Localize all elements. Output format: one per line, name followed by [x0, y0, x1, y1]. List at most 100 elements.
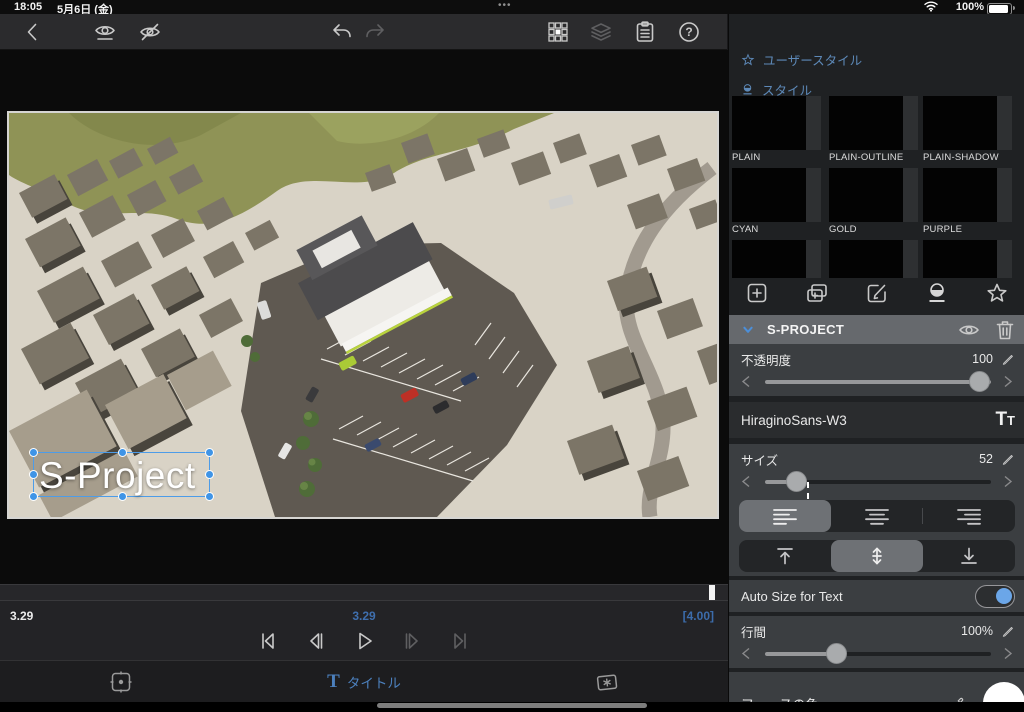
style-preset-plain[interactable]: PLAIN: [732, 96, 822, 163]
handle-bottom-left[interactable]: [29, 492, 38, 501]
font-row[interactable]: HiraginoSans-W3 TT: [729, 402, 1024, 438]
add-style-button[interactable]: [745, 281, 769, 305]
slider-track[interactable]: [765, 380, 991, 384]
slider-thumb[interactable]: [826, 643, 847, 664]
skip-to-end-button[interactable]: [448, 629, 472, 653]
style-preset-purple[interactable]: PURPLE: [923, 168, 1013, 235]
default-value-marker: [807, 482, 809, 499]
clock: 18:05: [14, 1, 42, 13]
home-indicator[interactable]: [377, 703, 647, 708]
user-styles-header[interactable]: ユーザースタイル: [741, 50, 862, 69]
layers-button[interactable]: [589, 20, 613, 44]
style-preset-cyan[interactable]: CYAN: [732, 168, 822, 235]
seek-strip[interactable]: [0, 584, 728, 601]
chevron-down-icon[interactable]: [737, 319, 759, 341]
step-down-icon[interactable]: [741, 647, 751, 660]
opacity-value: 100: [972, 352, 993, 366]
edit-value-icon[interactable]: [1001, 452, 1015, 466]
styles-panel: ユーザースタイル スタイル PLAIN PLAIN-OUTLINE PLAIN-…: [728, 14, 1024, 702]
play-button[interactable]: [352, 629, 376, 653]
edit-value-icon[interactable]: [1001, 624, 1015, 638]
playhead[interactable]: [709, 585, 715, 600]
tab-effects[interactable]: [485, 661, 728, 702]
style-preset-plain-outline[interactable]: PLAIN-OUTLINE: [829, 96, 919, 163]
slider-track[interactable]: [765, 652, 991, 656]
favorite-style-button[interactable]: [985, 281, 1009, 305]
style-preset-partial[interactable]: [923, 240, 1013, 278]
layer-visibility-icon[interactable]: [957, 318, 981, 342]
align-left-button[interactable]: [739, 500, 831, 532]
eyedropper-icon[interactable]: [947, 696, 965, 702]
valign-bottom-button[interactable]: [923, 540, 1015, 572]
style-thumbnail[interactable]: [732, 96, 806, 150]
skip-to-start-button[interactable]: [256, 629, 280, 653]
style-preset-plain-shadow[interactable]: PLAIN-SHADOW: [923, 96, 1013, 163]
style-thumbnail[interactable]: [829, 168, 903, 222]
tab-title[interactable]: T タイトル: [243, 661, 486, 702]
valign-middle-button[interactable]: [831, 540, 923, 572]
handle-top-left[interactable]: [29, 448, 38, 457]
style-thumbnail[interactable]: [732, 168, 806, 222]
wifi-icon: [924, 1, 938, 12]
handle-mid-left[interactable]: [29, 470, 38, 479]
hide-overlays-icon[interactable]: [138, 20, 162, 44]
edit-style-button[interactable]: [865, 281, 889, 305]
size-value: 52: [979, 452, 993, 466]
align-right-button[interactable]: [923, 500, 1015, 532]
slider-thumb[interactable]: [786, 471, 807, 492]
title-text-selection[interactable]: S-Project: [33, 452, 210, 497]
add-style-group-button[interactable]: [805, 281, 829, 305]
title-text-overlay[interactable]: S-Project: [39, 455, 196, 497]
step-up-icon[interactable]: [1003, 375, 1013, 388]
style-preset-label: CYAN: [732, 224, 822, 235]
style-preset-partial[interactable]: [732, 240, 822, 278]
edit-value-icon[interactable]: [1001, 352, 1015, 366]
slider-track[interactable]: [765, 480, 991, 484]
style-preset-partial[interactable]: [829, 240, 919, 278]
star-icon: [741, 53, 755, 67]
back-button[interactable]: [21, 20, 45, 44]
redo-button[interactable]: [363, 20, 387, 44]
battery-percent: 100%: [956, 1, 984, 13]
previous-frame-button[interactable]: [304, 629, 328, 653]
font-style-icon[interactable]: TT: [995, 409, 1015, 431]
next-frame-button[interactable]: [400, 629, 424, 653]
canvas-grid-button[interactable]: [546, 20, 570, 44]
handle-top-right[interactable]: [205, 448, 214, 457]
style-tools-row: [729, 281, 1024, 309]
step-up-icon[interactable]: [1003, 647, 1013, 660]
line-spacing-slider[interactable]: [729, 642, 1024, 666]
step-down-icon[interactable]: [741, 475, 751, 488]
stylus-style-button[interactable]: [925, 281, 949, 305]
style-thumbnail[interactable]: [923, 96, 997, 150]
opacity-slider[interactable]: [729, 370, 1024, 394]
valign-top-button[interactable]: [739, 540, 831, 572]
slider-thumb[interactable]: [969, 371, 990, 392]
auto-size-toggle[interactable]: [975, 585, 1015, 608]
align-center-button[interactable]: [831, 500, 923, 532]
multitask-dots-icon[interactable]: •••: [498, 0, 512, 11]
style-thumbnail[interactable]: [829, 96, 903, 150]
style-preset-gold[interactable]: GOLD: [829, 168, 919, 235]
elapsed-time: 3.29: [10, 609, 33, 623]
handle-top-center[interactable]: [118, 448, 127, 457]
face-color-row[interactable]: フェースの色: [729, 672, 1024, 702]
size-slider[interactable]: [729, 470, 1024, 494]
help-button[interactable]: ?: [677, 20, 701, 44]
handle-bottom-right[interactable]: [205, 492, 214, 501]
editor-bottom-bar: T タイトル: [0, 660, 728, 702]
stylus-icon: [741, 83, 754, 96]
handle-bottom-center[interactable]: [118, 492, 127, 501]
handle-mid-right[interactable]: [205, 470, 214, 479]
tab-frame-position[interactable]: [0, 661, 243, 702]
render-frame[interactable]: S-Project: [7, 111, 719, 519]
style-thumbnail[interactable]: [923, 168, 997, 222]
show-overlays-icon[interactable]: [93, 20, 117, 44]
face-color-swatch[interactable]: [983, 682, 1024, 702]
undo-button[interactable]: [330, 20, 354, 44]
layer-header[interactable]: S-PROJECT: [729, 315, 1024, 344]
step-up-icon[interactable]: [1003, 475, 1013, 488]
delete-layer-icon[interactable]: [993, 318, 1017, 342]
step-down-icon[interactable]: [741, 375, 751, 388]
clipboard-button[interactable]: [633, 20, 657, 44]
